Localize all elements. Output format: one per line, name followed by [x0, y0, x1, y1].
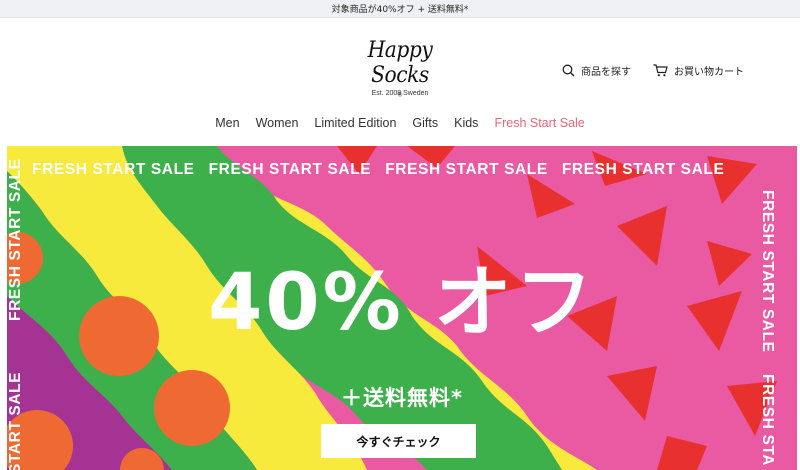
- nav-item-women[interactable]: Women: [256, 116, 299, 130]
- promo-bar[interactable]: 対象商品が40%オフ + 送料無料*: [0, 0, 800, 18]
- hero-headline: 40% オフ: [208, 258, 596, 348]
- cart-label: お買い物カート: [674, 67, 744, 78]
- hero-banner[interactable]: FRESH START SALE FRESH START SALE FRESH …: [7, 146, 797, 470]
- nav-item-kids[interactable]: Kids: [454, 116, 478, 130]
- nav-item-men[interactable]: Men: [215, 116, 239, 130]
- brand-tagline: Est. 2008 Sweden: [371, 90, 429, 97]
- brand-name: Happy Socks: [367, 38, 433, 88]
- nav-item-fresh-start-sale[interactable]: Fresh Start Sale: [494, 116, 584, 130]
- vertical-right-text-1: FRESH START SALE: [759, 190, 776, 353]
- shop-now-button[interactable]: 今すぐチェック: [321, 424, 476, 458]
- vertical-left-text-2: START SALE: [7, 371, 24, 470]
- brand-logo[interactable]: Happy Socks® Est. 2008 Sweden: [340, 38, 460, 107]
- vertical-left-text-1: FRESH START SALE: [7, 158, 24, 321]
- hero-subline: ＋送料無料*: [341, 386, 463, 410]
- marquee-text-4: FRESH START SALE: [561, 161, 725, 178]
- search-icon: [562, 64, 575, 77]
- search-label: 商品を探す: [581, 67, 631, 78]
- cart-icon: [653, 64, 668, 77]
- marquee-text-1: FRESH START SALE: [32, 161, 195, 178]
- main-nav: Men Women Limited Edition Gifts Kids Fre…: [0, 116, 800, 130]
- hero-text-layer: FRESH START SALE FRESH START SALE FRESH …: [7, 146, 797, 470]
- marquee-text-2: FRESH START SALE: [208, 161, 372, 178]
- promo-bar-text[interactable]: 対象商品が40%オフ + 送料無料*: [332, 2, 469, 15]
- nav-item-gifts[interactable]: Gifts: [412, 116, 438, 130]
- cart-button[interactable]: お買い物カート: [653, 63, 744, 78]
- hero-marquee: FRESH START SALE FRESH START SALE FRESH …: [32, 161, 724, 179]
- vertical-right-text-2: FRESH STA: [759, 374, 776, 467]
- header-actions: 商品を探す お買い物カート: [562, 63, 744, 78]
- nav-item-limited-edition[interactable]: Limited Edition: [314, 116, 396, 130]
- marquee-text-3: FRESH START SALE: [385, 161, 548, 178]
- search-button[interactable]: 商品を探す: [562, 63, 631, 78]
